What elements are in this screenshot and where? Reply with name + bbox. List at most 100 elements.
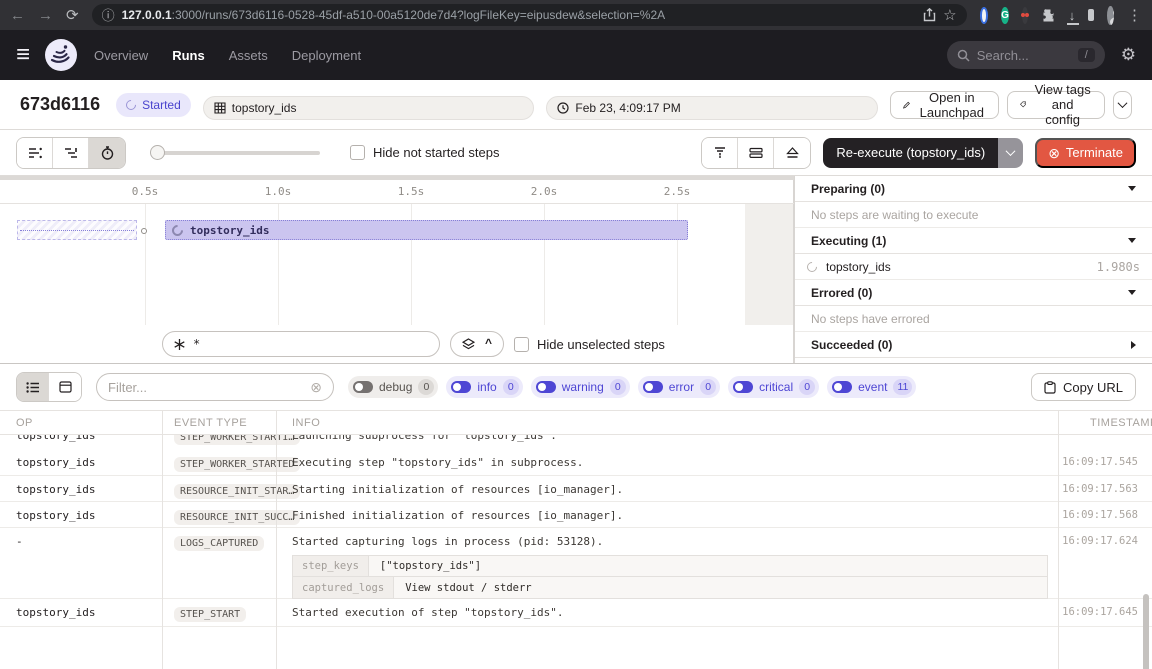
global-search-input[interactable]: Search... / (947, 41, 1105, 69)
info-cell: Started capturing logs in process (pid: … (292, 535, 603, 548)
log-table-scrollbar-thumb[interactable] (1143, 594, 1149, 669)
downloads-icon[interactable]: ↓ (1069, 8, 1076, 23)
back-icon[interactable]: ← (10, 8, 25, 23)
copy-url-button[interactable]: Copy URL (1031, 373, 1136, 401)
url-text: 127.0.0.1:3000/runs/673d6116-0528-45df-a… (122, 8, 666, 22)
preparing-empty-message: No steps are waiting to execute (795, 202, 1152, 228)
table-row[interactable]: topstory_ids RESOURCE_INIT_STAR… Startin… (0, 476, 1152, 502)
view-tags-config-button[interactable]: View tags and config (1007, 91, 1104, 119)
table-row[interactable]: topstory_ids RESOURCE_INIT_SUCC… Finishe… (0, 502, 1152, 528)
gantt-step-bar[interactable]: topstory_ids (165, 220, 688, 240)
axis-tick: 2.5s (664, 185, 691, 198)
graph-layers-button[interactable]: ^ (450, 331, 504, 357)
level-count-badge: 0 (418, 379, 434, 395)
errored-empty-message: No steps have errored (795, 306, 1152, 332)
event-type-badge: LOGS_CAPTURED (174, 536, 264, 551)
info-cell: Finished initialization of resources [io… (276, 502, 1058, 522)
succeeded-section-header[interactable]: Succeeded (0) (795, 332, 1152, 358)
step-selector-input[interactable] (162, 331, 440, 357)
run-logs-section: ⊗ debug0 info0 warning0 error0 critical0 (0, 363, 1152, 669)
level-count-badge: 0 (799, 379, 815, 395)
hide-not-started-checkbox[interactable] (350, 145, 365, 160)
collapse-rows-button[interactable] (738, 138, 774, 168)
table-row[interactable]: topstory_ids STEP_START Started executio… (0, 599, 1152, 627)
hamburger-menu-icon[interactable]: ≡ (16, 43, 30, 67)
errored-section-header[interactable]: Errored (0) (795, 280, 1152, 306)
nav-item-assets[interactable]: Assets (229, 48, 268, 63)
chevron-down-icon (1117, 98, 1127, 108)
table-row[interactable]: topstory_ids STEP_WORKER_STARTED Executi… (0, 449, 1152, 476)
eject-top-button[interactable] (774, 138, 810, 168)
level-toggle-debug[interactable]: debug0 (348, 376, 438, 398)
run-status-badge: Started (116, 93, 191, 117)
forward-icon[interactable]: → (38, 8, 53, 23)
share-icon[interactable] (923, 8, 936, 22)
funnel-filter-button[interactable] (702, 138, 738, 168)
nav-item-deployment[interactable]: Deployment (292, 48, 361, 63)
metadata-key: step_keys (293, 556, 369, 576)
table-row[interactable]: - LOGS_CAPTURED Started capturing logs i… (0, 528, 1152, 599)
reexecute-dropdown-button[interactable] (998, 138, 1023, 168)
browser-profile-avatar[interactable] (1107, 6, 1114, 25)
waterfall-view-button[interactable] (53, 138, 89, 168)
address-bar[interactable]: ⓘ 127.0.0.1:3000/runs/673d6116-0528-45df… (92, 4, 967, 26)
terminate-x-icon: ⊗ (1048, 146, 1060, 160)
run-id: 673d6116 (20, 94, 100, 115)
reload-icon[interactable]: ⟳ (66, 8, 79, 23)
gantt-zoom-slider[interactable] (152, 151, 320, 155)
log-filter-field[interactable] (108, 380, 303, 395)
table-row[interactable]: topstory_ids STEP_WORKER_STARTI… Launchi… (0, 435, 1152, 445)
hide-unselected-checkbox[interactable] (514, 337, 529, 352)
caret-up-icon: ^ (485, 340, 492, 347)
step-query-field[interactable] (193, 337, 429, 351)
flat-view-button[interactable] (17, 138, 53, 168)
level-count-badge: 0 (503, 379, 519, 395)
executing-step-row[interactable]: topstory_ids 1.980s (795, 254, 1152, 280)
extension-icon-1[interactable] (980, 7, 989, 24)
log-table-header: OP EVENT TYPE INFO TIMESTAMP (0, 411, 1152, 435)
view-stdout-stderr-link[interactable]: View stdout / stderr (394, 577, 542, 598)
op-selector-icon (173, 338, 186, 351)
level-toggle-critical[interactable]: critical0 (728, 376, 819, 398)
bookmark-star-icon[interactable]: ☆ (943, 8, 956, 23)
raw-log-view-button[interactable] (49, 373, 81, 401)
timestamp-cell: 16:09:17.645 (1058, 599, 1152, 618)
level-toggle-error[interactable]: error0 (638, 376, 720, 398)
site-info-icon[interactable]: ⓘ (102, 9, 115, 22)
nav-item-overview[interactable]: Overview (94, 48, 148, 63)
op-cell: - (0, 528, 162, 548)
preparing-section-header[interactable]: Preparing (0) (795, 176, 1152, 202)
terminate-button[interactable]: ⊗ Terminate (1035, 138, 1136, 168)
expand-caret-icon (1131, 341, 1136, 349)
slider-thumb[interactable] (150, 145, 165, 160)
job-name-tag[interactable]: topstory_ids (203, 96, 535, 120)
structured-log-view-button[interactable] (17, 373, 49, 401)
executing-section-header[interactable]: Executing (1) (795, 228, 1152, 254)
side-panel-icon[interactable] (1088, 9, 1094, 21)
nav-item-runs[interactable]: Runs (172, 48, 205, 63)
more-actions-button[interactable] (1113, 91, 1132, 119)
extensions-puzzle-icon[interactable] (1041, 8, 1056, 23)
logs-toolbar: ⊗ debug0 info0 warning0 error0 critical0 (0, 364, 1152, 410)
run-timestamp-tag[interactable]: Feb 23, 4:09:17 PM (546, 96, 878, 120)
gantt-plot-area: topstory_ids (0, 204, 794, 325)
step-name: topstory_ids (826, 260, 891, 274)
dynamic-step-placeholder[interactable] (17, 220, 137, 240)
dagster-logo[interactable] (44, 38, 78, 72)
log-filter-input[interactable]: ⊗ (96, 373, 334, 401)
axis-tick: 1.5s (398, 185, 425, 198)
kebab-menu-icon[interactable]: ⋮ (1127, 8, 1142, 23)
level-toggle-warning[interactable]: warning0 (531, 376, 630, 398)
extension-icon-grammarly[interactable]: G (1001, 7, 1009, 24)
timed-view-button[interactable] (89, 138, 125, 168)
level-toggle-info[interactable]: info0 (446, 376, 522, 398)
op-cell: topstory_ids (0, 599, 162, 619)
reexecute-split-button: Re-execute (topstory_ids) (823, 138, 1023, 168)
app-nav: ≡ Overview Runs Assets Deployment Search… (0, 30, 1152, 80)
clear-filter-icon[interactable]: ⊗ (310, 380, 322, 394)
extension-icon-2[interactable] (1022, 7, 1028, 24)
gear-icon[interactable]: ⚙ (1121, 45, 1136, 65)
reexecute-button[interactable]: Re-execute (topstory_ids) (823, 138, 998, 168)
level-toggle-event[interactable]: event11 (827, 376, 916, 398)
open-in-launchpad-button[interactable]: Open in Launchpad (890, 91, 999, 119)
